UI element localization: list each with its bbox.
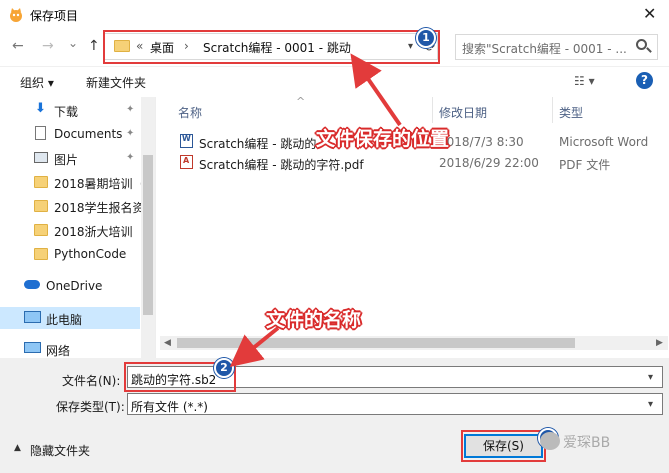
watermark-text: 爱琛BB bbox=[563, 435, 611, 451]
annotation-location-text: 文件保存的位置 bbox=[316, 128, 450, 150]
arrow-to-address-bar bbox=[350, 53, 402, 127]
arrow-to-filename-field bbox=[229, 326, 280, 368]
wechat-icon bbox=[540, 432, 560, 450]
annotation-name-text: 文件的名称 bbox=[266, 309, 362, 331]
annotation-arrows bbox=[229, 53, 402, 368]
